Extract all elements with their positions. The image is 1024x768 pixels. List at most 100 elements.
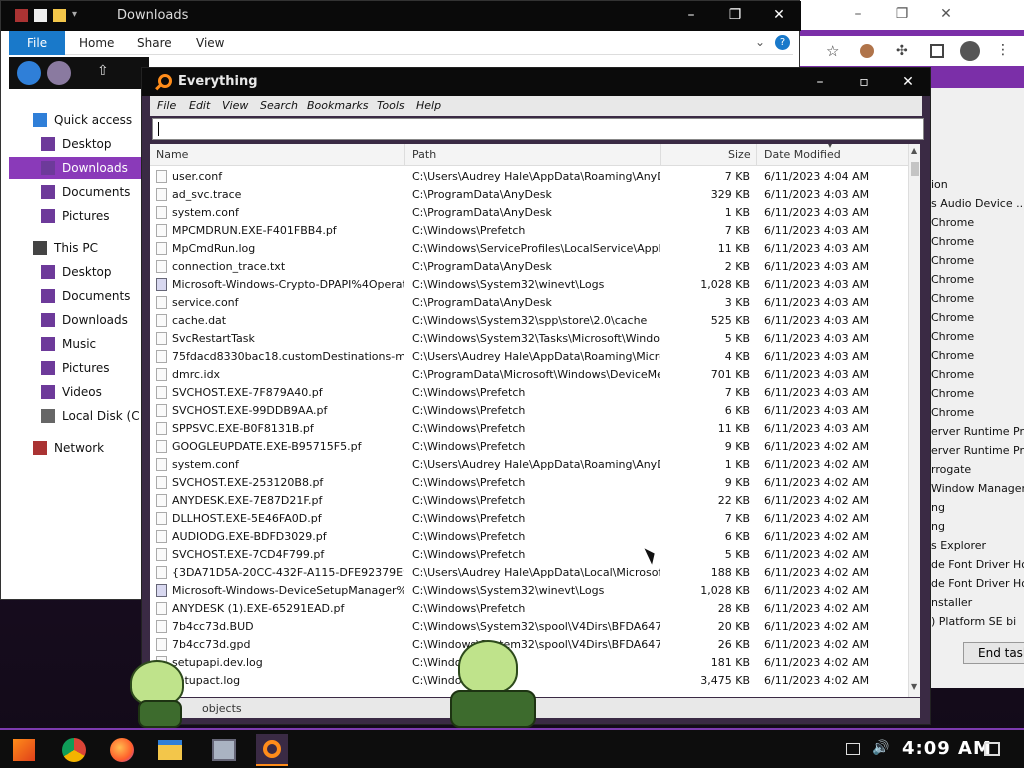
menu-tools[interactable]: Tools — [377, 99, 405, 112]
sidebar-item-quick-access[interactable]: Quick access — [9, 109, 149, 131]
table-row[interactable]: system.conf C:\Users\Audrey Hale\AppData\… — [150, 456, 910, 474]
process-row[interactable]: Chrome — [931, 368, 974, 381]
process-row[interactable]: ng — [931, 501, 945, 514]
menu-file[interactable]: File — [157, 99, 176, 112]
ribbon-tab-share[interactable]: Share — [137, 36, 172, 50]
column-divider[interactable] — [660, 144, 661, 166]
table-row[interactable]: 7b4cc73d.BUD C:\Windows\System32\spool\V4… — [150, 618, 910, 636]
chevron-down-icon[interactable]: ▾ — [72, 9, 85, 22]
process-row[interactable]: s Audio Device ... — [931, 197, 1024, 210]
table-row[interactable]: ANYDESK.EXE-7E87D21F.pf C:\Windows\Prefet… — [150, 492, 910, 510]
process-row[interactable]: Chrome — [931, 349, 974, 362]
help-icon[interactable]: ? — [775, 35, 790, 50]
table-row[interactable]: dmrc.idx C:\ProgramData\Microsoft\Windows… — [150, 366, 910, 384]
process-row[interactable]: erver Runtime Pr... — [931, 425, 1024, 438]
table-row[interactable]: Microsoft-Windows-Crypto-DPAPI%4Operatio… — [150, 276, 910, 294]
table-row[interactable]: SVCHOST.EXE-99DDB9AA.pf C:\Windows\Prefet… — [150, 402, 910, 420]
table-row[interactable]: SPPSVC.EXE-B0F8131B.pf C:\Windows\Prefetc… — [150, 420, 910, 438]
sidebar-item-downloads[interactable]: Downloads — [9, 309, 149, 331]
volume-icon[interactable]: 🔊 — [872, 740, 889, 756]
explorer-icon[interactable] — [154, 734, 186, 766]
maximize-icon[interactable]: ▫ — [842, 68, 886, 96]
process-row[interactable]: Chrome — [931, 387, 974, 400]
process-row[interactable]: de Font Driver Hos — [931, 577, 1024, 590]
close-icon[interactable]: ✕ — [757, 1, 801, 29]
end-task-button[interactable]: End task — [963, 642, 1024, 664]
table-row[interactable]: ANYDESK (1).EXE-65291EAD.pf C:\Windows\Pr… — [150, 600, 910, 618]
menu-view[interactable]: View — [222, 99, 248, 112]
table-row[interactable]: user.conf C:\Users\Audrey Hale\AppData\Ro… — [150, 168, 910, 186]
minimize-icon[interactable]: – — [798, 68, 842, 96]
process-row[interactable]: Chrome — [931, 273, 974, 286]
scroll-down-icon[interactable]: ▼ — [911, 682, 917, 691]
process-row[interactable]: Chrome — [931, 235, 974, 248]
table-row[interactable]: system.conf C:\ProgramData\AnyDesk 1 KB 6/1… — [150, 204, 910, 222]
vertical-scrollbar[interactable]: ▲ ▼ — [908, 144, 920, 697]
table-row[interactable]: SVCHOST.EXE-253120B8.pf C:\Windows\Prefet… — [150, 474, 910, 492]
firefox-icon[interactable] — [106, 734, 138, 766]
column-header-size[interactable]: Size — [728, 148, 751, 161]
sidebar-item-desktop[interactable]: Desktop — [9, 133, 149, 155]
minimize-icon[interactable]: – — [669, 1, 713, 29]
process-row[interactable]: de Font Driver Hos — [931, 558, 1024, 571]
table-row[interactable]: MPCMDRUN.EXE-F401FBB4.pf C:\Windows\Prefe… — [150, 222, 910, 240]
restore-icon[interactable]: ❐ — [713, 1, 757, 29]
ribbon-tab-file[interactable]: File — [9, 31, 65, 55]
sidebar-item-desktop[interactable]: Desktop — [9, 261, 149, 283]
process-row[interactable]: erver Runtime Pr... — [931, 444, 1024, 457]
table-row[interactable]: SVCHOST.EXE-7F879A40.pf C:\Windows\Prefet… — [150, 384, 910, 402]
sidebar-item-pictures[interactable]: Pictures — [9, 357, 149, 379]
column-header-path[interactable]: Path — [412, 148, 436, 161]
network-icon[interactable] — [846, 743, 860, 755]
process-row[interactable]: nstaller — [931, 596, 972, 609]
minimize-icon[interactable]: – — [836, 0, 880, 28]
menu-help[interactable]: Help — [416, 99, 441, 112]
clock[interactable]: 4:09 AM — [902, 738, 992, 759]
scroll-up-icon[interactable]: ▲ — [911, 146, 917, 155]
close-icon[interactable]: ✕ — [924, 0, 968, 28]
process-row[interactable]: s Explorer — [931, 539, 986, 552]
properties-icon[interactable] — [34, 9, 47, 22]
process-row[interactable]: ng — [931, 520, 945, 533]
process-row[interactable]: rrogate — [931, 463, 971, 476]
process-row[interactable]: Chrome — [931, 311, 974, 324]
table-row[interactable]: AUDIODG.EXE-BDFD3029.pf C:\Windows\Prefet… — [150, 528, 910, 546]
sidebar-item-downloads[interactable]: Downloads — [9, 157, 149, 179]
extensions-icon[interactable]: ✣ — [896, 43, 908, 59]
everything-icon[interactable] — [256, 734, 288, 766]
back-icon[interactable] — [17, 61, 41, 85]
forward-icon[interactable] — [47, 61, 71, 85]
sidebar-item-pictures[interactable]: Pictures — [9, 205, 149, 227]
sidepanel-icon[interactable] — [930, 44, 944, 58]
column-header-name[interactable]: Name — [156, 148, 188, 161]
column-divider[interactable] — [756, 144, 757, 166]
menu-edit[interactable]: Edit — [189, 99, 210, 112]
process-row[interactable]: Chrome — [931, 216, 974, 229]
restore-icon[interactable]: ❐ — [880, 0, 924, 28]
table-row[interactable]: {3DA71D5A-20CC-432F-A115-DFE92379E91F}..… — [150, 564, 910, 582]
table-row[interactable]: connection_trace.txt C:\ProgramData\AnyDe… — [150, 258, 910, 276]
new-folder-icon[interactable] — [53, 9, 66, 22]
ribbon-expand-icon[interactable]: ⌄ — [755, 35, 765, 49]
table-row[interactable]: SVCHOST.EXE-7CD4F799.pf C:\Windows\Prefet… — [150, 546, 910, 564]
profile-icon[interactable] — [860, 44, 874, 58]
table-row[interactable]: ad_svc.trace C:\ProgramData\AnyDesk 329 KB… — [150, 186, 910, 204]
sidebar-item-music[interactable]: Music — [9, 333, 149, 355]
up-icon[interactable]: ⇧ — [97, 63, 109, 79]
sidebar-item-videos[interactable]: Videos — [9, 381, 149, 403]
table-row[interactable]: MpCmdRun.log C:\Windows\ServiceProfiles\L… — [150, 240, 910, 258]
table-row[interactable]: cache.dat C:\Windows\System32\spp\store\2… — [150, 312, 910, 330]
menu-bookmarks[interactable]: Bookmarks — [307, 99, 368, 112]
process-row[interactable]: ion — [931, 178, 948, 191]
ribbon-tab-home[interactable]: Home — [79, 36, 114, 50]
process-row[interactable]: Chrome — [931, 292, 974, 305]
menu-search[interactable]: Search — [260, 99, 298, 112]
start-icon[interactable] — [8, 734, 40, 766]
table-row[interactable]: service.conf C:\ProgramData\AnyDesk 3 KB 6/… — [150, 294, 910, 312]
table-row[interactable]: DLLHOST.EXE-5E46FA0D.pf C:\Windows\Prefet… — [150, 510, 910, 528]
search-input[interactable] — [152, 118, 924, 140]
ribbon-tab-view[interactable]: View — [196, 36, 224, 50]
bookmark-star-icon[interactable]: ☆ — [826, 42, 839, 60]
sidebar-item-documents[interactable]: Documents — [9, 181, 149, 203]
table-row[interactable]: Microsoft-Windows-DeviceSetupManager%4A.… — [150, 582, 910, 600]
